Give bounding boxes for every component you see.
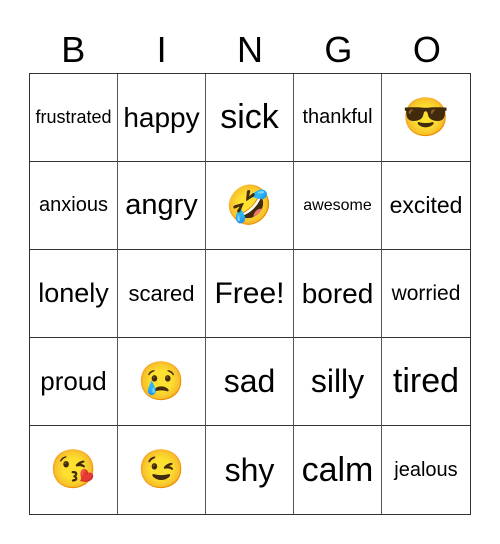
header-letter-g: G — [324, 29, 353, 70]
bingo-cell[interactable]: lonely — [30, 250, 118, 338]
bingo-cell[interactable]: happy — [118, 74, 206, 162]
rolling-on-the-floor-laughing-icon: 🤣 — [225, 184, 274, 227]
cell-label: worried — [391, 281, 461, 305]
bingo-cell[interactable]: excited — [382, 162, 470, 250]
cell-label: sick — [220, 98, 279, 136]
bingo-cell[interactable]: jealous — [382, 426, 470, 514]
crying-face-icon: 😢 — [137, 360, 186, 403]
winking-face-icon: 😉 — [137, 449, 186, 491]
bingo-cell[interactable]: calm — [294, 426, 382, 514]
free-space-label: Free! — [214, 276, 285, 310]
cell-label: happy — [123, 101, 200, 133]
cell-label: excited — [389, 192, 463, 218]
bingo-cell[interactable]: 🤣 — [206, 162, 294, 250]
bingo-cell[interactable]: 😢 — [118, 338, 206, 426]
cell-label: awesome — [303, 196, 372, 214]
cell-label: anxious — [39, 194, 108, 216]
bingo-cell[interactable]: proud — [30, 338, 118, 426]
smiling-face-with-sunglasses-icon: 😎 — [402, 96, 450, 139]
cell-label: jealous — [394, 458, 458, 481]
header-letter-b: B — [61, 29, 86, 70]
bingo-header: B I N G O — [29, 28, 471, 72]
bingo-cell[interactable]: Free! — [206, 250, 294, 338]
bingo-cell[interactable]: angry — [118, 162, 206, 250]
cell-label: calm — [301, 450, 374, 489]
bingo-cell[interactable]: anxious — [30, 162, 118, 250]
header-letter-o: O — [412, 29, 441, 70]
cell-label: proud — [40, 366, 107, 396]
bingo-cell[interactable]: 😉 — [118, 426, 206, 514]
cell-label: sad — [223, 363, 276, 399]
bingo-card-grid: frustrated happy sick thankful 😎 anxious angry… — [29, 73, 471, 515]
cell-label: tired — [392, 362, 460, 400]
cell-label: scared — [128, 280, 195, 306]
cell-label: shy — [224, 451, 275, 488]
cell-label: frustrated — [35, 107, 112, 127]
bingo-cell[interactable]: scared — [118, 250, 206, 338]
bingo-cell[interactable]: sad — [206, 338, 294, 426]
bingo-cell[interactable]: 😘 — [30, 426, 118, 514]
cell-label: silly — [310, 363, 365, 399]
cell-label: thankful — [302, 106, 373, 128]
cell-label: lonely — [38, 278, 109, 308]
bingo-cell[interactable]: thankful — [294, 74, 382, 162]
bingo-cell[interactable]: worried — [382, 250, 470, 338]
bingo-cell[interactable]: silly — [294, 338, 382, 426]
bingo-cell[interactable]: bored — [294, 250, 382, 338]
header-letter-i: I — [156, 29, 167, 70]
bingo-cell[interactable]: 😎 — [382, 74, 470, 162]
face-blowing-a-kiss-icon: 😘 — [49, 449, 98, 491]
bingo-cell[interactable]: tired — [382, 338, 470, 426]
bingo-cell[interactable]: sick — [206, 74, 294, 162]
header-letter-n: N — [237, 29, 264, 70]
bingo-cell[interactable]: awesome — [294, 162, 382, 250]
cell-label: angry — [125, 189, 198, 221]
cell-label: bored — [301, 277, 374, 309]
bingo-cell[interactable]: shy — [206, 426, 294, 514]
bingo-cell[interactable]: frustrated — [30, 74, 118, 162]
